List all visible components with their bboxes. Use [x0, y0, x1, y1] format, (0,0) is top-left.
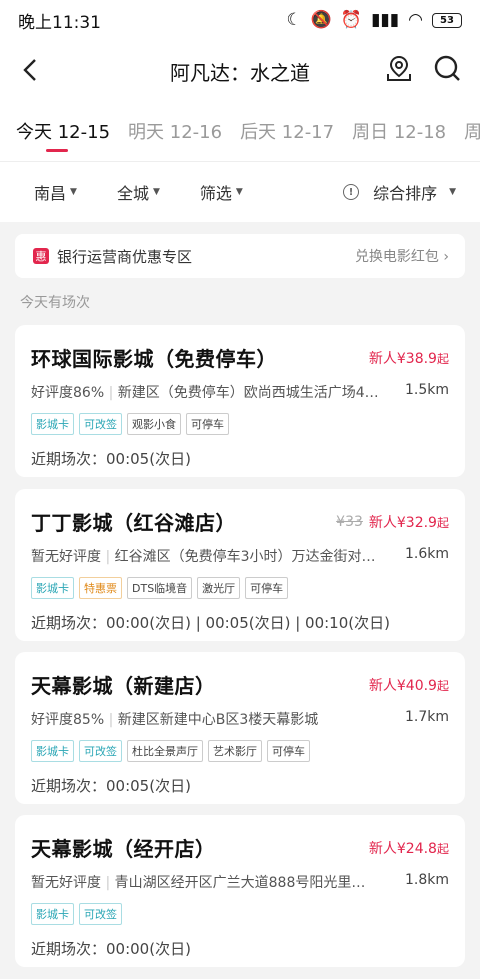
price: 新人¥24.8起 — [369, 838, 449, 858]
cinema-card[interactable]: 天幕影城（新建店） 新人¥40.9起 好评度85% | 新建区新建中心B区3楼天… — [15, 652, 465, 804]
address: 青山湖区经开区广兰大道888号阳光里… — [114, 875, 366, 891]
promo-banner[interactable]: 惠 银行运营商优惠专区 兑换电影红包 › — [15, 234, 465, 278]
search-icon — [434, 55, 460, 81]
rating: 暂无好评度 — [31, 875, 101, 891]
caret-down-icon: ▼ — [152, 187, 160, 197]
distance: 1.5km — [404, 382, 449, 398]
area-label: 全城 — [116, 184, 149, 203]
tag-list: 影城卡 可改签 杜比全景声厅 艺术影厅 可停车 — [31, 740, 449, 762]
tag: 杜比全景声厅 — [127, 740, 203, 762]
cinema-address: 好评度85% | 新建区新建中心B区3楼天幕影城 — [31, 712, 319, 728]
tag: 可改签 — [79, 413, 122, 435]
cinema-card[interactable]: 丁丁影城（红谷滩店） ¥33 新人¥32.9起 暂无好评度 | 红谷滩区（免费停… — [15, 489, 465, 641]
filter-dropdown[interactable]: 筛选 ▼ — [200, 180, 243, 204]
rating: 暂无好评度 — [31, 549, 101, 565]
original-price: ¥33 — [336, 513, 363, 530]
tag: 可停车 — [186, 413, 229, 435]
tag: 可停车 — [245, 577, 289, 599]
cinema-name: 丁丁影城（红谷滩店） — [31, 511, 236, 535]
tag: 艺术影厅 — [208, 740, 262, 762]
showtimes: 近期场次：00:05(次日) — [31, 777, 191, 795]
address: 红谷滩区（免费停车3小时）万达金街对… — [114, 549, 376, 565]
cinema-card[interactable]: 环球国际影城（免费停车） 新人¥38.9起 好评度86% | 新建区（免费停车）… — [15, 325, 465, 477]
new-user-price: 新人¥38.9起 — [368, 350, 449, 367]
caret-down-icon: ▼ — [449, 187, 456, 197]
showtimes: 近期场次：00:00(次日) — [31, 940, 191, 958]
showtimes: 近期场次：00:05(次日) — [31, 450, 191, 468]
tag: DTS临境音 — [127, 577, 193, 599]
nav-bar: 阿凡达：水之道 — [0, 40, 480, 102]
mute-icon: 🔕 — [310, 10, 332, 30]
back-button[interactable] — [14, 54, 46, 86]
distance: 1.6km — [404, 546, 449, 562]
status-bar: 晚上11:31 ☾ 🔕 ⏰ ▮▮▮ ◠ 53 — [0, 0, 480, 40]
caret-down-icon: ▼ — [70, 187, 77, 197]
redeem-coupon-link[interactable]: 兑换电影红包 › — [355, 246, 449, 266]
tag-list: 影城卡 特惠票 DTS临境音 激光厅 可停车 — [31, 577, 449, 599]
tag: 影城卡 — [31, 413, 74, 435]
tag: 特惠票 — [79, 577, 122, 599]
distance: 1.8km — [404, 872, 449, 888]
cinema-name: 天幕影城（经开店） — [31, 837, 216, 861]
signal-icon: ▮▮▮ — [371, 10, 400, 30]
price: ¥33 新人¥32.9起 — [336, 512, 449, 532]
status-time: 晚上11:31 — [18, 12, 101, 33]
map-pin-icon — [387, 55, 411, 81]
tab-date-today[interactable]: 今天 12-15 — [16, 102, 110, 161]
moon-icon: ☾ — [286, 10, 302, 30]
tag-list: 影城卡 可改签 — [31, 903, 449, 925]
chevron-left-icon — [23, 59, 36, 81]
tag-list: 影城卡 可改签 观影小食 可停车 — [31, 413, 449, 435]
sort-dropdown[interactable]: ! 综合排序 ▼ — [343, 180, 456, 204]
new-user-price: 新人¥32.9起 — [368, 514, 449, 531]
map-location-button[interactable] — [384, 53, 414, 83]
distance: 1.7km — [404, 709, 449, 725]
cinema-address: 暂无好评度 | 青山湖区经开区广兰大道888号阳光里… — [31, 875, 366, 891]
address: 新建区新建中心B区3楼天幕影城 — [117, 712, 319, 728]
tag: 可停车 — [267, 740, 310, 762]
filter-bar: 南昌 ▼ 全城 ▼ 筛选 ▼ ! 综合排序 ▼ — [0, 162, 480, 222]
cinema-address: 暂无好评度 | 红谷滩区（免费停车3小时）万达金街对… — [31, 549, 376, 565]
rating: 好评度86% — [31, 385, 105, 401]
tag: 可改签 — [79, 903, 122, 925]
area-dropdown[interactable]: 全城 ▼ — [117, 180, 160, 204]
tab-date-tomorrow[interactable]: 明天 12-16 — [128, 102, 222, 161]
price: 新人¥38.9起 — [369, 348, 449, 368]
cinema-address: 好评度86% | 新建区（免费停车）欧尚西城生活广场4… — [31, 385, 379, 401]
filter-label: 筛选 — [199, 184, 232, 203]
cinema-name: 天幕影城（新建店） — [31, 674, 216, 698]
status-icons: ☾ 🔕 ⏰ ▮▮▮ ◠ 53 — [286, 10, 462, 30]
section-label: 今天有场次 — [20, 295, 90, 311]
showtimes: 近期场次：00:00(次日) | 00:05(次日) | 00:10(次日) — [31, 614, 390, 632]
new-user-price: 新人¥40.9起 — [368, 677, 449, 694]
tag: 激光厅 — [197, 577, 241, 599]
wifi-icon: ◠ — [408, 10, 423, 30]
tag: 影城卡 — [31, 740, 74, 762]
tab-date-sunday[interactable]: 周日 12-18 — [352, 102, 446, 161]
city-dropdown[interactable]: 南昌 ▼ — [34, 180, 77, 204]
search-button[interactable] — [432, 53, 462, 83]
address: 新建区（免费停车）欧尚西城生活广场4… — [117, 385, 379, 401]
cinema-card[interactable]: 天幕影城（经开店） 新人¥24.8起 暂无好评度 | 青山湖区经开区广兰大道88… — [15, 815, 465, 967]
tag: 影城卡 — [31, 903, 74, 925]
city-label: 南昌 — [34, 184, 67, 203]
info-icon[interactable]: ! — [343, 184, 360, 200]
sort-label: 综合排序 — [373, 184, 438, 203]
tag: 影城卡 — [31, 577, 74, 599]
cinema-name: 环球国际影城（免费停车） — [31, 347, 277, 371]
date-tabs: 今天 12-15 明天 12-16 后天 12-17 周日 12-18 周一 1 — [0, 102, 480, 162]
battery-icon: 53 — [432, 12, 462, 28]
caret-down-icon: ▼ — [235, 187, 243, 197]
tag: 观影小食 — [127, 413, 181, 435]
new-user-price: 新人¥24.8起 — [368, 840, 449, 857]
price: 新人¥40.9起 — [369, 675, 449, 695]
discount-badge-icon: 惠 — [33, 248, 49, 264]
tab-date-monday[interactable]: 周一 1 — [464, 102, 480, 161]
tag: 可改签 — [79, 740, 122, 762]
alarm-icon: ⏰ — [340, 10, 363, 30]
tab-date-day-after[interactable]: 后天 12-17 — [240, 102, 334, 161]
promo-label: 银行运营商优惠专区 — [57, 247, 193, 266]
rating: 好评度85% — [31, 712, 105, 728]
